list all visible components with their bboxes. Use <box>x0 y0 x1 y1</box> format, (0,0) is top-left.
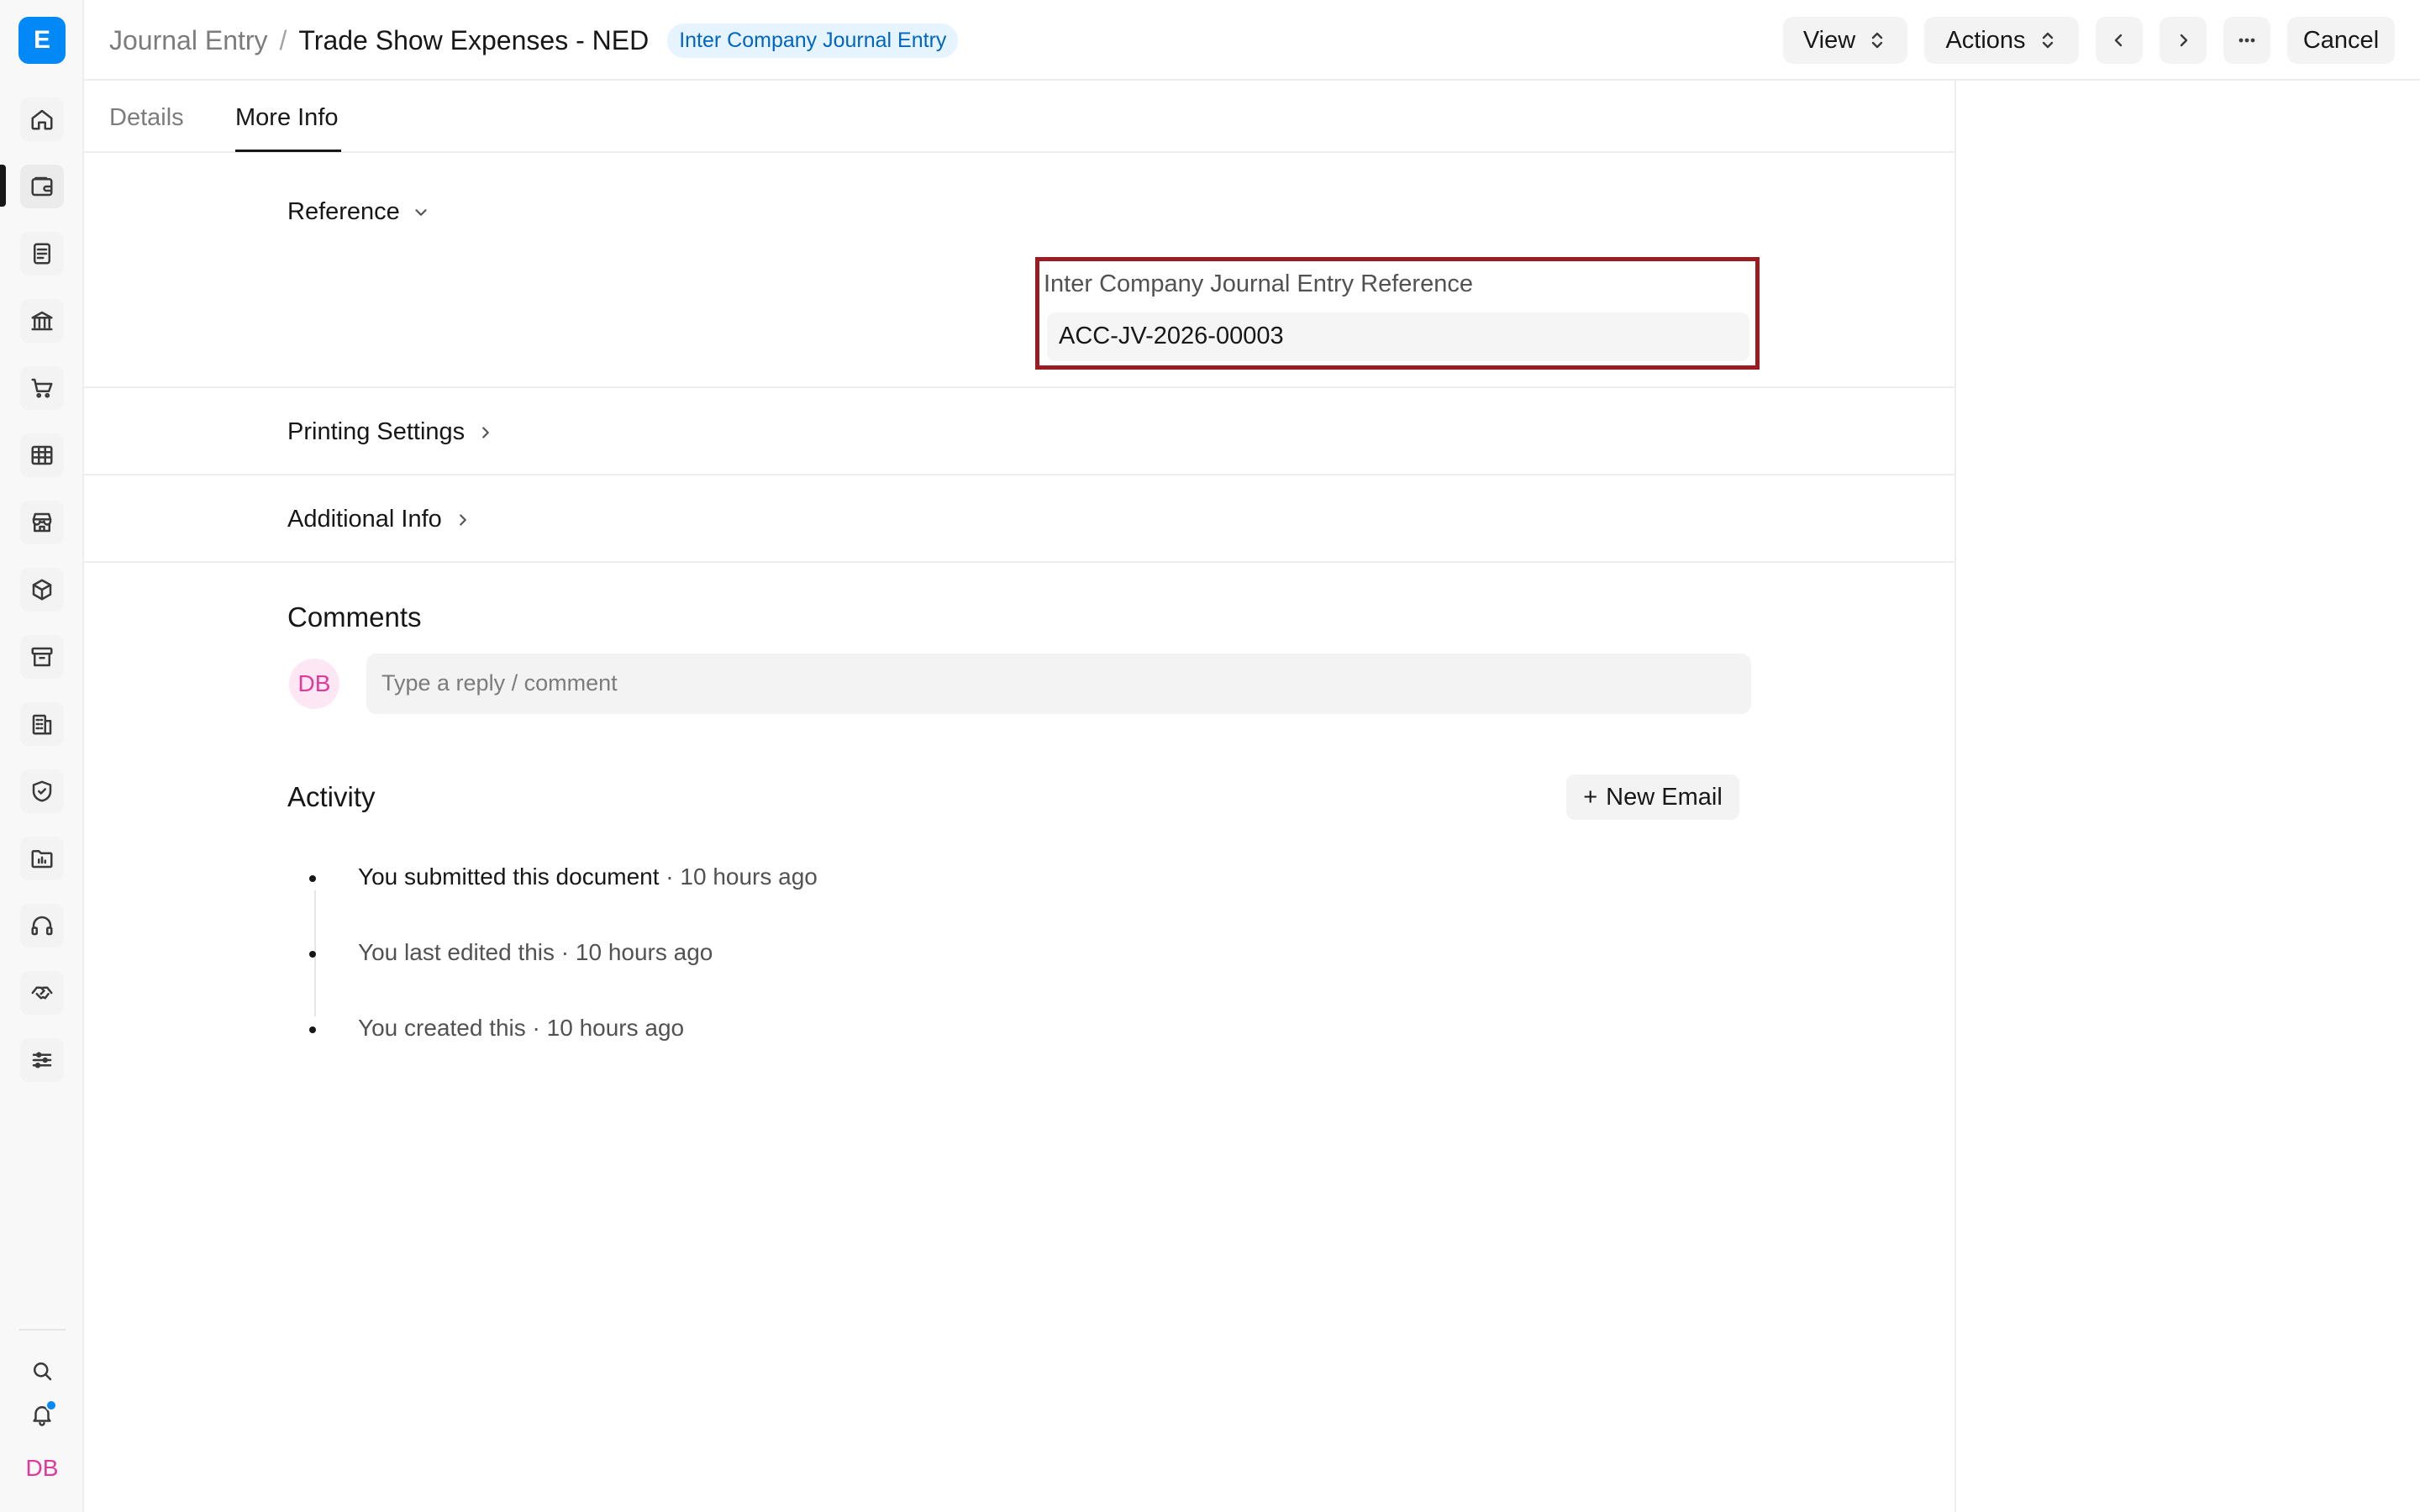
previous-doc-button[interactable] <box>2096 17 2143 64</box>
active-nav-marker <box>0 165 6 207</box>
activity-text: You submitted this document <box>358 864 660 890</box>
comments-title: Comments <box>287 601 422 633</box>
new-email-label: New Email <box>1606 783 1723 811</box>
activity-text: You created this <box>358 1015 526 1041</box>
next-doc-button[interactable] <box>2160 17 2207 64</box>
chevron-right-icon <box>482 426 490 438</box>
shield-icon[interactable] <box>20 769 64 813</box>
archive-icon[interactable] <box>20 635 64 679</box>
activity-item: You last edited this · 10 hours ago <box>358 939 713 966</box>
comment-input[interactable]: Type a reply / comment <box>366 654 1751 714</box>
form-tabs: Details More Info <box>84 81 1956 153</box>
section-title-additional-info: Additional Info <box>287 506 442 533</box>
document-icon[interactable] <box>20 232 64 276</box>
table-icon[interactable] <box>20 433 64 477</box>
notification-dot <box>45 1399 57 1411</box>
breadcrumb: Journal Entry / Trade Show Expenses - NE… <box>109 24 959 58</box>
activity-text: You last edited this <box>358 939 555 965</box>
app-logo[interactable]: E <box>18 17 66 64</box>
active-tab-indicator <box>235 150 341 152</box>
folder-chart-icon[interactable] <box>20 837 64 880</box>
section-header-additional-info[interactable]: Additional Info <box>287 506 472 533</box>
chevron-right-icon <box>2180 34 2188 47</box>
activity-item: You created this · 10 hours ago <box>358 1015 684 1042</box>
section-divider <box>84 386 1954 388</box>
user-avatar[interactable]: DB <box>24 1450 60 1487</box>
timeline-bullet <box>309 1026 316 1033</box>
inter-company-reference-label: Inter Company Journal Entry Reference <box>1044 270 1473 297</box>
section-header-reference[interactable]: Reference <box>287 198 430 226</box>
sidebar-panel-divider <box>1954 81 1956 1512</box>
page-title: Trade Show Expenses - NED <box>298 25 650 55</box>
cart-icon[interactable] <box>20 366 64 410</box>
plus-icon: + <box>1583 783 1598 811</box>
actions-button-label: Actions <box>1945 26 2026 54</box>
sidebar-divider <box>18 1329 66 1331</box>
timeline-bullet <box>309 951 316 958</box>
page-header: Journal Entry / Trade Show Expenses - NE… <box>84 0 2420 81</box>
chevron-right-icon <box>459 513 466 526</box>
status-badge: Inter Company Journal Entry <box>667 24 959 58</box>
chevron-up-down-icon <box>1871 32 1883 49</box>
activity-time: · 10 hours ago <box>525 1015 685 1041</box>
wallet-icon[interactable] <box>20 165 64 208</box>
package-icon[interactable] <box>20 568 64 612</box>
home-icon[interactable] <box>20 97 64 141</box>
ellipsis-icon <box>2238 38 2255 43</box>
section-title-reference: Reference <box>287 198 400 225</box>
headset-icon[interactable] <box>20 904 64 948</box>
sliders-icon[interactable] <box>20 1038 64 1082</box>
chevron-down-icon <box>415 208 427 216</box>
tab-more-info[interactable]: More Info <box>235 104 339 132</box>
inter-company-reference-field[interactable]: ACC-JV-2026-00003 <box>1047 312 1749 361</box>
breadcrumb-parent-link[interactable]: Journal Entry <box>109 25 268 56</box>
view-button[interactable]: View <box>1783 17 1907 64</box>
handshake-icon[interactable] <box>20 971 64 1015</box>
chevron-left-icon <box>2114 34 2123 47</box>
comment-avatar: DB <box>289 659 339 709</box>
section-title-printing-settings: Printing Settings <box>287 418 466 445</box>
new-email-button[interactable]: + New Email <box>1566 774 1739 820</box>
bank-icon[interactable] <box>20 299 64 343</box>
cancel-button[interactable]: Cancel <box>2287 17 2395 64</box>
section-divider <box>84 561 1954 563</box>
app-sidebar: E DB <box>0 0 84 1512</box>
building-icon[interactable] <box>20 702 64 746</box>
view-button-label: View <box>1802 26 1856 54</box>
section-divider <box>84 474 1954 475</box>
activity-time: · 10 hours ago <box>555 939 713 965</box>
store-icon[interactable] <box>20 501 64 544</box>
cancel-button-label: Cancel <box>2302 26 2380 54</box>
activity-time: · 10 hours ago <box>659 864 818 890</box>
actions-button[interactable]: Actions <box>1924 17 2079 64</box>
activity-title: Activity <box>287 781 376 812</box>
chevron-up-down-icon <box>2042 32 2053 49</box>
section-header-printing-settings[interactable]: Printing Settings <box>287 418 495 446</box>
timeline-bullet <box>309 875 316 882</box>
activity-item: You submitted this document · 10 hours a… <box>358 864 818 890</box>
breadcrumb-separator: / <box>279 25 287 55</box>
search-icon[interactable] <box>25 1354 59 1388</box>
more-options-button[interactable] <box>2223 17 2270 64</box>
tab-details[interactable]: Details <box>109 104 184 132</box>
bell-icon[interactable] <box>25 1398 59 1431</box>
